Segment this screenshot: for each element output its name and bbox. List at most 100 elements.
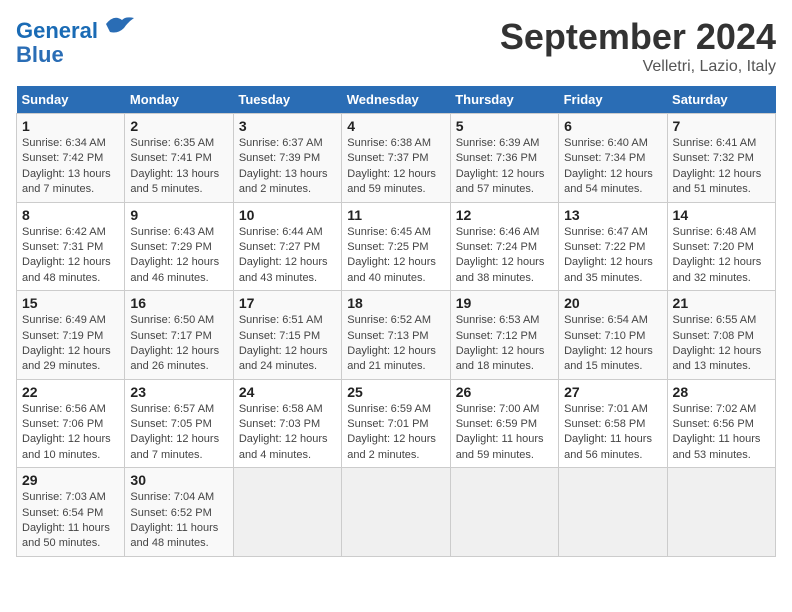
col-sunday: Sunday — [17, 86, 125, 114]
table-row: 20 Sunrise: 6:54 AM Sunset: 7:10 PM Dayli… — [559, 291, 667, 380]
table-row: 7 Sunrise: 6:41 AM Sunset: 7:32 PM Daylig… — [667, 114, 775, 203]
col-friday: Friday — [559, 86, 667, 114]
table-row — [342, 468, 450, 557]
day-number: 29 — [22, 472, 119, 488]
day-number: 1 — [22, 118, 119, 134]
day-info: Sunrise: 6:58 AM Sunset: 7:03 PM Dayligh… — [239, 402, 336, 464]
table-row — [450, 468, 558, 557]
day-info: Sunrise: 6:41 AM Sunset: 7:32 PM Dayligh… — [673, 136, 770, 198]
table-row: 27 Sunrise: 7:01 AM Sunset: 6:58 PM Dayli… — [559, 379, 667, 468]
calendar-week-row: 1 Sunrise: 6:34 AM Sunset: 7:42 PM Daylig… — [17, 114, 776, 203]
day-info: Sunrise: 6:47 AM Sunset: 7:22 PM Dayligh… — [564, 225, 661, 287]
day-info: Sunrise: 6:55 AM Sunset: 7:08 PM Dayligh… — [673, 313, 770, 375]
table-row: 18 Sunrise: 6:52 AM Sunset: 7:13 PM Dayli… — [342, 291, 450, 380]
day-info: Sunrise: 6:42 AM Sunset: 7:31 PM Dayligh… — [22, 225, 119, 287]
table-row: 14 Sunrise: 6:48 AM Sunset: 7:20 PM Dayli… — [667, 202, 775, 291]
calendar-week-row: 15 Sunrise: 6:49 AM Sunset: 7:19 PM Dayli… — [17, 291, 776, 380]
day-info: Sunrise: 6:43 AM Sunset: 7:29 PM Dayligh… — [130, 225, 227, 287]
col-wednesday: Wednesday — [342, 86, 450, 114]
col-tuesday: Tuesday — [233, 86, 341, 114]
table-row: 17 Sunrise: 6:51 AM Sunset: 7:15 PM Dayli… — [233, 291, 341, 380]
table-row: 8 Sunrise: 6:42 AM Sunset: 7:31 PM Daylig… — [17, 202, 125, 291]
day-number: 26 — [456, 384, 553, 400]
location-subtitle: Velletri, Lazio, Italy — [500, 58, 776, 76]
table-row: 1 Sunrise: 6:34 AM Sunset: 7:42 PM Daylig… — [17, 114, 125, 203]
table-row — [667, 468, 775, 557]
day-number: 6 — [564, 118, 661, 134]
table-row: 16Sunrise: 6:50 AM Sunset: 7:17 PM Dayli… — [125, 291, 233, 380]
day-info: Sunrise: 6:57 AM Sunset: 7:05 PM Dayligh… — [130, 402, 227, 464]
table-row: 6 Sunrise: 6:40 AM Sunset: 7:34 PM Daylig… — [559, 114, 667, 203]
weekday-header-row: Sunday Monday Tuesday Wednesday Thursday… — [17, 86, 776, 114]
day-number: 10 — [239, 207, 336, 223]
day-number: 19 — [456, 295, 553, 311]
day-info: Sunrise: 6:53 AM Sunset: 7:12 PM Dayligh… — [456, 313, 553, 375]
day-info: Sunrise: 6:37 AM Sunset: 7:39 PM Dayligh… — [239, 136, 336, 198]
day-number: 27 — [564, 384, 661, 400]
table-row — [233, 468, 341, 557]
table-row: 10 Sunrise: 6:44 AM Sunset: 7:27 PM Dayli… — [233, 202, 341, 291]
logo-blue-text: Blue — [16, 43, 134, 67]
day-number: 4 — [347, 118, 444, 134]
calendar-week-row: 29Sunrise: 7:03 AM Sunset: 6:54 PM Dayli… — [17, 468, 776, 557]
table-row: 15 Sunrise: 6:49 AM Sunset: 7:19 PM Dayli… — [17, 291, 125, 380]
table-row: 28 Sunrise: 7:02 AM Sunset: 6:56 PM Dayli… — [667, 379, 775, 468]
day-info: Sunrise: 6:52 AM Sunset: 7:13 PM Dayligh… — [347, 313, 444, 375]
table-row — [559, 468, 667, 557]
table-row: 12 Sunrise: 6:46 AM Sunset: 7:24 PM Dayli… — [450, 202, 558, 291]
table-row: 4 Sunrise: 6:38 AM Sunset: 7:37 PM Daylig… — [342, 114, 450, 203]
day-number: 18 — [347, 295, 444, 311]
day-number: 12 — [456, 207, 553, 223]
col-monday: Monday — [125, 86, 233, 114]
day-number: 7 — [673, 118, 770, 134]
day-info: Sunrise: 6:38 AM Sunset: 7:37 PM Dayligh… — [347, 136, 444, 198]
day-number: 24 — [239, 384, 336, 400]
table-row: 9Sunrise: 6:43 AM Sunset: 7:29 PM Daylig… — [125, 202, 233, 291]
day-number: 30 — [130, 472, 227, 488]
col-saturday: Saturday — [667, 86, 775, 114]
table-row: 26 Sunrise: 7:00 AM Sunset: 6:59 PM Dayli… — [450, 379, 558, 468]
day-number: 3 — [239, 118, 336, 134]
day-number: 20 — [564, 295, 661, 311]
day-number: 17 — [239, 295, 336, 311]
calendar-week-row: 8 Sunrise: 6:42 AM Sunset: 7:31 PM Daylig… — [17, 202, 776, 291]
day-number: 21 — [673, 295, 770, 311]
day-info: Sunrise: 6:34 AM Sunset: 7:42 PM Dayligh… — [22, 136, 119, 198]
day-info: Sunrise: 6:45 AM Sunset: 7:25 PM Dayligh… — [347, 225, 444, 287]
day-info: Sunrise: 6:50 AM Sunset: 7:17 PM Dayligh… — [130, 313, 227, 375]
logo: General Blue — [16, 16, 134, 67]
table-row: 5Sunrise: 6:39 AM Sunset: 7:36 PM Daylig… — [450, 114, 558, 203]
day-number: 13 — [564, 207, 661, 223]
table-row: 21 Sunrise: 6:55 AM Sunset: 7:08 PM Dayli… — [667, 291, 775, 380]
day-info: Sunrise: 6:48 AM Sunset: 7:20 PM Dayligh… — [673, 225, 770, 287]
table-row: 2 Sunrise: 6:35 AM Sunset: 7:41 PM Daylig… — [125, 114, 233, 203]
day-info: Sunrise: 6:44 AM Sunset: 7:27 PM Dayligh… — [239, 225, 336, 287]
calendar-table: Sunday Monday Tuesday Wednesday Thursday… — [16, 86, 776, 557]
day-info: Sunrise: 7:04 AM Sunset: 6:52 PM Dayligh… — [130, 490, 227, 552]
col-thursday: Thursday — [450, 86, 558, 114]
table-row: 19 Sunrise: 6:53 AM Sunset: 7:12 PM Dayli… — [450, 291, 558, 380]
day-number: 8 — [22, 207, 119, 223]
table-row: 13 Sunrise: 6:47 AM Sunset: 7:22 PM Dayli… — [559, 202, 667, 291]
day-number: 28 — [673, 384, 770, 400]
table-row: 11Sunrise: 6:45 AM Sunset: 7:25 PM Dayli… — [342, 202, 450, 291]
day-info: Sunrise: 6:46 AM Sunset: 7:24 PM Dayligh… — [456, 225, 553, 287]
table-row: 30 Sunrise: 7:04 AM Sunset: 6:52 PM Dayli… — [125, 468, 233, 557]
day-number: 14 — [673, 207, 770, 223]
day-info: Sunrise: 6:59 AM Sunset: 7:01 PM Dayligh… — [347, 402, 444, 464]
day-info: Sunrise: 7:01 AM Sunset: 6:58 PM Dayligh… — [564, 402, 661, 464]
day-info: Sunrise: 6:54 AM Sunset: 7:10 PM Dayligh… — [564, 313, 661, 375]
day-info: Sunrise: 7:00 AM Sunset: 6:59 PM Dayligh… — [456, 402, 553, 464]
day-number: 15 — [22, 295, 119, 311]
day-info: Sunrise: 7:02 AM Sunset: 6:56 PM Dayligh… — [673, 402, 770, 464]
day-info: Sunrise: 6:49 AM Sunset: 7:19 PM Dayligh… — [22, 313, 119, 375]
day-info: Sunrise: 6:40 AM Sunset: 7:34 PM Dayligh… — [564, 136, 661, 198]
day-number: 2 — [130, 118, 227, 134]
table-row: 25 Sunrise: 6:59 AM Sunset: 7:01 PM Dayli… — [342, 379, 450, 468]
table-row: 24 Sunrise: 6:58 AM Sunset: 7:03 PM Dayli… — [233, 379, 341, 468]
day-info: Sunrise: 6:51 AM Sunset: 7:15 PM Dayligh… — [239, 313, 336, 375]
day-number: 22 — [22, 384, 119, 400]
day-info: Sunrise: 6:35 AM Sunset: 7:41 PM Dayligh… — [130, 136, 227, 198]
day-number: 25 — [347, 384, 444, 400]
table-row: 23Sunrise: 6:57 AM Sunset: 7:05 PM Dayli… — [125, 379, 233, 468]
